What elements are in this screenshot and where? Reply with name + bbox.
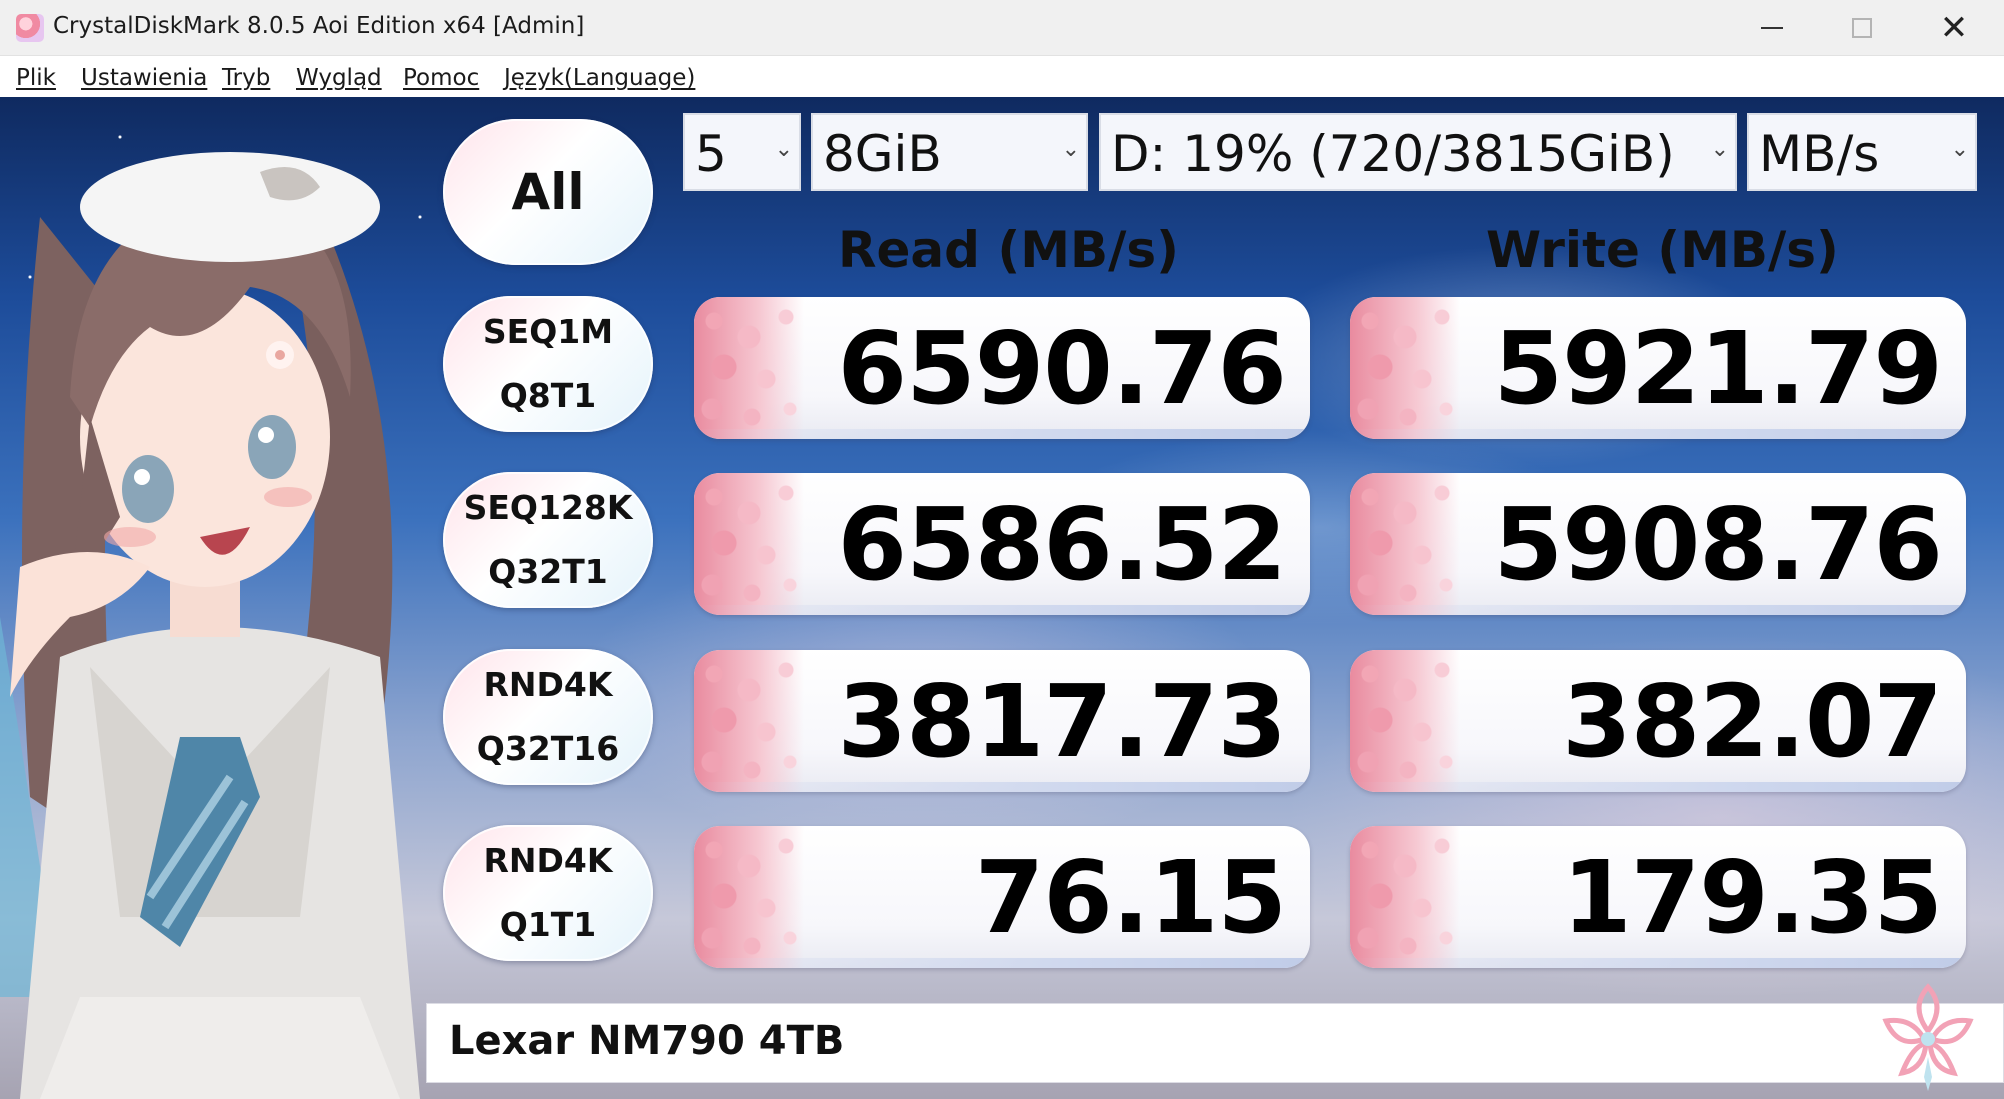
drive-select[interactable]: D: 19% (720/3815GiB) ⌄ [1099,113,1737,191]
test-count-select[interactable]: 5 ⌄ [683,113,801,191]
menu-bar: Plik Ustawienia Tryb Wygląd Pomoc Język(… [0,57,2004,97]
test-button-seq1m-q8t1[interactable]: SEQ1M Q8T1 [443,296,653,432]
read-value: 6590.76 [837,310,1287,427]
app-icon[interactable] [16,14,44,42]
test-size-select[interactable]: 8GiB ⌄ [811,113,1088,191]
close-icon: ✕ [1939,8,1969,48]
write-result-seq128k-q32t1: 5908.76 [1350,473,1966,615]
main-panel: All 5 ⌄ 8GiB ⌄ D: 19% (720/3815GiB) ⌄ MB… [0,97,2004,1099]
test-name-line1: SEQ128K [463,488,633,527]
comment-field[interactable]: Lexar NM790 4TB [426,1003,2004,1083]
close-button[interactable]: ✕ [1910,0,1998,56]
test-name-line2: Q32T1 [488,552,608,591]
chevron-down-icon: ⌄ [1950,137,1969,162]
test-button-rnd4k-q32t16[interactable]: RND4K Q32T16 [443,649,653,785]
all-button[interactable]: All [443,119,653,265]
test-button-rnd4k-q1t1[interactable]: RND4K Q1T1 [443,825,653,961]
test-name-line1: RND4K [483,841,613,880]
read-result-seq1m-q8t1: 6590.76 [694,297,1310,439]
menu-wyglad[interactable]: Wygląd [296,65,382,91]
drive-value: D: 19% (720/3815GiB) [1111,125,1675,183]
test-button-seq128k-q32t1[interactable]: SEQ128K Q32T1 [443,472,653,608]
maximize-button[interactable] [1818,0,1906,56]
chevron-down-icon: ⌄ [774,137,793,162]
read-value: 76.15 [974,839,1287,956]
test-name-line1: SEQ1M [482,312,614,351]
sakura-logo-icon [1882,983,1974,1091]
character-illustration [0,152,420,1099]
read-value: 6586.52 [837,486,1287,603]
write-result-seq1m-q8t1: 5921.79 [1350,297,1966,439]
read-result-seq128k-q32t1: 6586.52 [694,473,1310,615]
minimize-button[interactable] [1728,0,1816,56]
menu-jezyk[interactable]: Język(Language) [504,65,695,91]
read-result-rnd4k-q32t16: 3817.73 [694,650,1310,792]
read-header: Read (MB/s) [838,221,1179,279]
write-value: 5908.76 [1493,486,1943,603]
menu-pomoc[interactable]: Pomoc [403,65,479,91]
write-result-rnd4k-q1t1: 179.35 [1350,826,1966,968]
maximize-icon [1852,18,1872,38]
write-value: 179.35 [1562,839,1943,956]
chevron-down-icon: ⌄ [1061,137,1080,162]
title-bar: CrystalDiskMark 8.0.5 Aoi Edition x64 [A… [0,0,2004,56]
test-count-value: 5 [695,125,727,183]
read-result-rnd4k-q1t1: 76.15 [694,826,1310,968]
test-name-line2: Q1T1 [499,905,597,944]
test-name-line1: RND4K [483,665,613,704]
write-header: Write (MB/s) [1486,221,1839,279]
unit-value: MB/s [1759,125,1880,183]
drive-model-label: Lexar NM790 4TB [449,1018,845,1064]
write-value: 382.07 [1562,663,1943,780]
menu-ustawienia[interactable]: Ustawienia [81,65,207,91]
menu-plik[interactable]: Plik [16,65,56,91]
minimize-icon [1761,27,1783,29]
unit-select[interactable]: MB/s ⌄ [1747,113,1977,191]
read-value: 3817.73 [837,663,1287,780]
test-size-value: 8GiB [823,125,942,183]
menu-tryb[interactable]: Tryb [222,65,270,91]
write-value: 5921.79 [1493,310,1943,427]
window-title: CrystalDiskMark 8.0.5 Aoi Edition x64 [A… [53,13,585,39]
chevron-down-icon: ⌄ [1710,137,1729,162]
test-name-line2: Q32T16 [476,729,620,768]
test-name-line2: Q8T1 [499,376,597,415]
write-result-rnd4k-q32t16: 382.07 [1350,650,1966,792]
